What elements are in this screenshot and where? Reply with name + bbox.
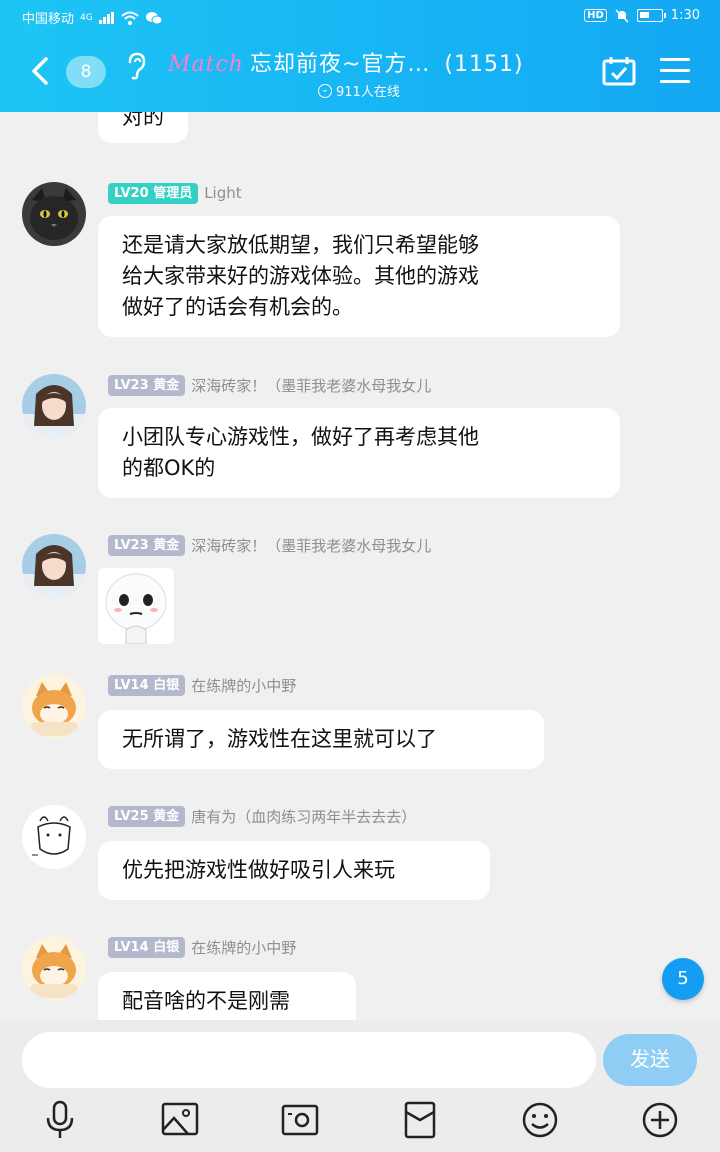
wifi-icon <box>121 11 139 25</box>
camera-icon[interactable] <box>278 1098 322 1142</box>
avatar[interactable] <box>22 805 86 869</box>
message-bubble[interactable]: 无所谓了，游戏性在这里就可以了 <box>98 710 544 769</box>
sticker-image[interactable] <box>98 568 174 645</box>
message-bubble[interactable]: 小团队专心游戏性，做好了再考虑其他 的都OK的 <box>98 408 620 498</box>
earpiece-mode-icon[interactable] <box>126 52 148 86</box>
avatar[interactable] <box>22 936 86 1000</box>
chat-header: 中国移动 4G HD 1:30 8 Match 忘却前夜~官方… (1151) ⌄ … <box>0 0 720 112</box>
chevron-down-icon: ⌄ <box>318 83 332 98</box>
message-text: 对的 <box>122 112 164 129</box>
message-line: 做好了的话会有机会的。 <box>122 295 353 319</box>
back-button[interactable] <box>30 56 56 90</box>
new-messages-badge[interactable]: 5 <box>662 958 704 1000</box>
message-line: 配音啥的不是刚需 <box>122 989 290 1013</box>
message-line: 优先把游戏性做好吸引人来玩 <box>122 858 395 882</box>
carrier-label: 中国移动 <box>22 12 75 27</box>
message-bubble[interactable]: 配音啥的不是刚需 <box>98 972 356 1020</box>
network-label: 4G <box>80 12 93 23</box>
calendar-checkin-icon[interactable] <box>602 56 636 86</box>
avatar[interactable] <box>22 534 86 598</box>
battery-icon <box>636 9 666 22</box>
clock: 1:30 <box>670 8 700 23</box>
sender-nickname[interactable]: 深海砖家！（墨菲我老婆水母我女儿 <box>191 535 431 556</box>
group-name: 忘却前夜~官方… <box>249 52 431 77</box>
level-badge: LV25 黄金 <box>108 805 186 827</box>
member-count: (1151) <box>444 52 524 77</box>
level-badge: LV14 白银 <box>108 674 186 696</box>
red-packet-icon[interactable] <box>398 1098 442 1142</box>
message-input[interactable] <box>22 1032 596 1088</box>
avatar[interactable] <box>22 182 86 246</box>
chevron-left-icon <box>32 57 48 85</box>
message-bubble[interactable]: 对的 <box>98 112 188 143</box>
online-label: 911人在线 <box>336 85 400 100</box>
message-bubble[interactable]: 优先把游戏性做好吸引人来玩 <box>98 841 490 900</box>
message-line: 小团队专心游戏性，做好了再考虑其他 <box>122 425 479 449</box>
emoji-icon[interactable] <box>518 1098 562 1142</box>
microphone-icon[interactable] <box>38 1098 82 1142</box>
menu-icon[interactable] <box>660 58 690 84</box>
level-badge: LV23 黄金 <box>108 374 186 396</box>
group-brand: Match <box>168 52 244 77</box>
message-bubble[interactable]: 还是请大家放低期望，我们只希望能够 给大家带来好的游戏体验。其他的游戏 做好了的… <box>98 216 620 337</box>
plus-icon[interactable] <box>638 1098 682 1142</box>
hd-badge: HD <box>584 9 607 22</box>
group-title[interactable]: Match 忘却前夜~官方… (1151) <box>168 46 588 78</box>
message-line: 无所谓了，游戏性在这里就可以了 <box>122 727 437 751</box>
level-badge: LV20 管理员 <box>108 182 199 204</box>
image-icon[interactable] <box>158 1098 202 1142</box>
level-badge: LV23 黄金 <box>108 534 186 556</box>
avatar[interactable] <box>22 674 86 738</box>
signal-icon <box>98 11 114 24</box>
sender-nickname[interactable]: 深海砖家！（墨菲我老婆水母我女儿 <box>191 375 431 396</box>
composer-toolbar <box>0 1098 720 1146</box>
sender-nickname[interactable]: 在练牌的小中野 <box>191 937 296 958</box>
online-count[interactable]: ⌄ 911人在线 <box>318 81 400 100</box>
sender-nickname[interactable]: Light <box>204 184 241 202</box>
sender-nickname[interactable]: 在练牌的小中野 <box>191 675 296 696</box>
message-line: 的都OK的 <box>122 456 216 480</box>
mute-icon <box>615 8 629 23</box>
status-bar: 中国移动 4G HD 1:30 <box>0 0 720 34</box>
message-line: 给大家带来好的游戏体验。其他的游戏 <box>122 264 479 288</box>
wechat-icon <box>145 11 163 24</box>
message-line: 还是请大家放低期望，我们只希望能够 <box>122 233 479 257</box>
avatar[interactable] <box>22 374 86 438</box>
sender-nickname[interactable]: 唐有为（血肉练习两年半去去去） <box>191 806 416 827</box>
level-badge: LV14 白银 <box>108 936 186 958</box>
unread-count-badge[interactable]: 8 <box>66 56 106 88</box>
message-list[interactable]: 对的 LV20 管理员 Light 还是请大家放低期望，我们只希望能够 给大家带… <box>0 112 720 1020</box>
send-button[interactable]: 发送 <box>603 1034 697 1086</box>
composer-bar: 发送 <box>0 1020 720 1152</box>
